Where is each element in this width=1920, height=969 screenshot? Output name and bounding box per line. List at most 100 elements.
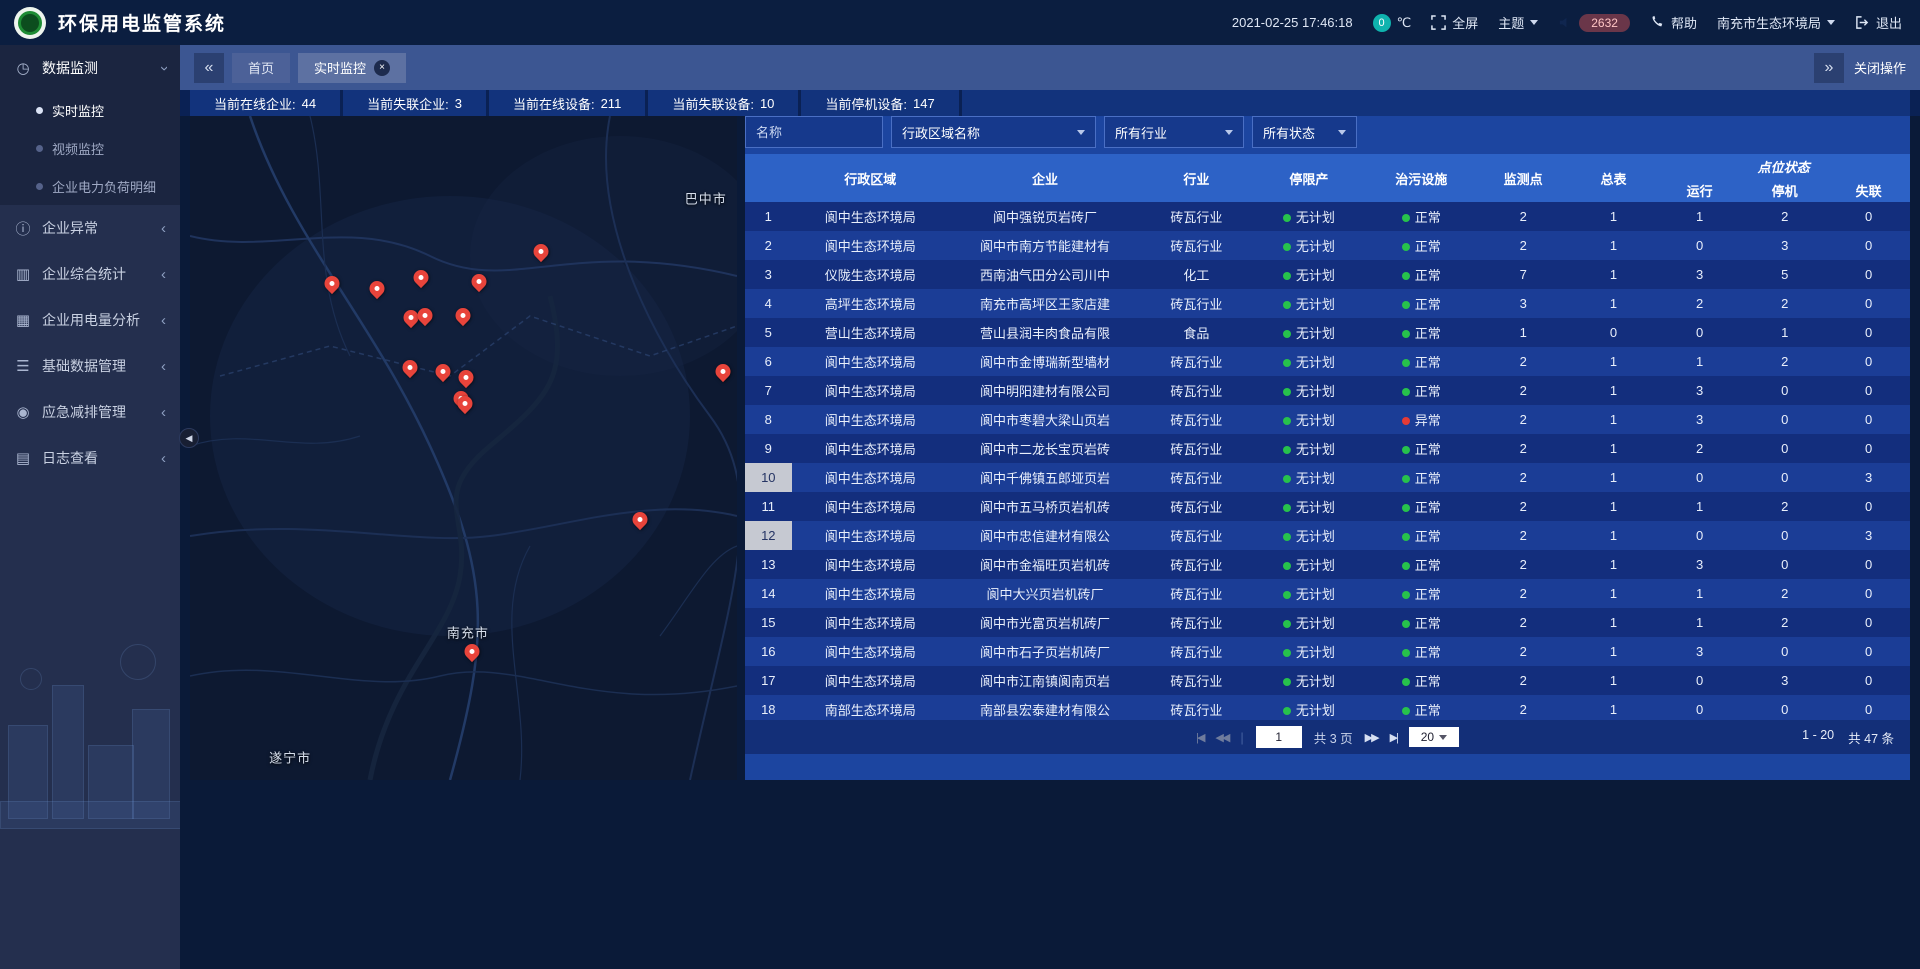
row-index-cell: 5 — [745, 318, 792, 347]
theme-dropdown[interactable]: 主题 — [1498, 13, 1538, 32]
table-row[interactable]: 4 高坪生态环境局 南充市高坪区王家店建 砖瓦行业 无计划 正常 3 1 2 2… — [745, 289, 1910, 318]
first-page-button[interactable]: |◀ — [1196, 731, 1203, 744]
table-row[interactable]: 13 阆中生态环境局 阆中市金福旺页岩机砖 砖瓦行业 无计划 正常 2 1 3 … — [745, 550, 1910, 579]
map-pin[interactable] — [413, 270, 428, 285]
sidebar-item[interactable]: ▤ 日志查看 ‹ — [0, 435, 180, 481]
table-row[interactable]: 12 阆中生态环境局 阆中市忠信建材有限公 砖瓦行业 无计划 正常 2 1 0 … — [745, 521, 1910, 550]
status-dot-icon — [1402, 620, 1410, 628]
map-city-label: 巴中市 — [685, 188, 727, 207]
total-meters-cell: 1 — [1570, 637, 1657, 666]
org-dropdown[interactable]: 南充市生态环境局 — [1717, 13, 1835, 32]
company-cell: 西南油气田分公司川中 — [949, 260, 1141, 289]
pollution-facility-cell: 正常 — [1366, 347, 1477, 376]
tab-home[interactable]: 首页 — [232, 53, 290, 83]
map-pin[interactable] — [403, 310, 418, 325]
table-row[interactable]: 17 阆中生态环境局 阆中市江南镇阆南页岩 砖瓦行业 无计划 正常 2 1 0 … — [745, 666, 1910, 695]
status-dot-icon — [1283, 359, 1291, 367]
map-pin[interactable] — [471, 274, 486, 289]
sidebar-subitem[interactable]: 企业电力负荷明细 — [0, 167, 180, 205]
sidebar-item[interactable]: ◉ 应急减排管理 ‹ — [0, 389, 180, 435]
map-panel[interactable]: 巴中市南充市遂宁市 — [190, 116, 737, 780]
tab-bar: « 首页 实时监控 × » 关闭操作 — [180, 45, 1920, 90]
row-index-cell: 3 — [745, 260, 792, 289]
tab-close-icon[interactable]: × — [374, 60, 390, 76]
column-header: 监测点 — [1477, 154, 1570, 202]
sidebar-subitem[interactable]: 实时监控 — [0, 91, 180, 129]
map-pin[interactable] — [436, 364, 451, 379]
table-row[interactable]: 9 阆中生态环境局 阆中市二龙长宝页岩砖 砖瓦行业 无计划 正常 2 1 2 0… — [745, 434, 1910, 463]
tab-realtime-monitor[interactable]: 实时监控 × — [298, 53, 406, 83]
map-pin[interactable] — [633, 512, 648, 527]
table-row[interactable]: 14 阆中生态环境局 阆中大兴页岩机砖厂 砖瓦行业 无计划 正常 2 1 1 2… — [745, 579, 1910, 608]
table-row[interactable]: 2 阆中生态环境局 阆中市南方节能建材有 砖瓦行业 无计划 正常 2 1 0 3… — [745, 231, 1910, 260]
map-pin[interactable] — [715, 364, 730, 379]
page-size-select[interactable]: 20 — [1409, 727, 1459, 747]
notification-widget[interactable]: 2632 — [1558, 14, 1630, 32]
sidebar-subitem[interactable]: 视频监控 — [0, 129, 180, 167]
total-meters-cell: 1 — [1570, 347, 1657, 376]
monitor-points-cell: 2 — [1477, 202, 1570, 231]
table-row[interactable]: 6 阆中生态环境局 阆中市金博瑞新型墙材 砖瓦行业 无计划 正常 2 1 1 2… — [745, 347, 1910, 376]
industry-filter-select[interactable]: 所有行业 — [1104, 116, 1244, 148]
pin-icon — [321, 273, 342, 294]
map-pin[interactable] — [418, 308, 433, 323]
sidebar-item[interactable]: ⓘ 企业异常 ‹ — [0, 205, 180, 251]
table-row[interactable]: 16 阆中生态环境局 阆中市石子页岩机砖厂 砖瓦行业 无计划 正常 2 1 3 … — [745, 637, 1910, 666]
close-operations-button[interactable]: 关闭操作 — [1854, 58, 1906, 77]
table-row[interactable]: 3 仪陇生态环境局 西南油气田分公司川中 化工 无计划 正常 7 1 3 5 0 — [745, 260, 1910, 289]
offline-count-cell: 3 — [1827, 463, 1910, 492]
last-page-button[interactable]: ▶| — [1390, 731, 1397, 744]
region-cell: 阆中生态环境局 — [792, 637, 949, 666]
table-row[interactable]: 11 阆中生态环境局 阆中市五马桥页岩机砖 砖瓦行业 无计划 正常 2 1 1 … — [745, 492, 1910, 521]
sidebar-item[interactable]: ◷ 数据监测 ‹ — [0, 45, 180, 91]
total-meters-cell: 0 — [1570, 318, 1657, 347]
table-row[interactable]: 10 阆中生态环境局 阆中千佛镇五郎垭页岩 砖瓦行业 无计划 正常 2 1 0 … — [745, 463, 1910, 492]
sidebar-item[interactable]: ▥ 企业综合统计 ‹ — [0, 251, 180, 297]
table-row[interactable]: 15 阆中生态环境局 阆中市光富页岩机砖厂 砖瓦行业 无计划 正常 2 1 1 … — [745, 608, 1910, 637]
table-row[interactable]: 5 营山生态环境局 营山县润丰肉食品有限 食品 无计划 正常 1 0 0 1 0 — [745, 318, 1910, 347]
sidebar-item[interactable]: ☰ 基础数据管理 ‹ — [0, 343, 180, 389]
map-pin[interactable] — [455, 308, 470, 323]
map-pin[interactable] — [458, 396, 473, 411]
total-meters-cell: 1 — [1570, 260, 1657, 289]
table-row[interactable]: 18 南部生态环境局 南部县宏泰建材有限公 砖瓦行业 无计划 正常 2 1 0 … — [745, 695, 1910, 720]
status-dot-icon — [1402, 417, 1410, 425]
running-count-cell: 1 — [1657, 347, 1742, 376]
sidebar-item[interactable]: ▦ 企业用电量分析 ‹ — [0, 297, 180, 343]
logout-button[interactable]: 退出 — [1855, 13, 1902, 32]
tabs-scroll-right-button[interactable]: » — [1814, 53, 1844, 83]
map-pin[interactable] — [465, 644, 480, 659]
stat-item: 当前失联设备:10 — [648, 90, 798, 116]
stat-value: 3 — [455, 96, 462, 111]
page-number-input[interactable] — [1256, 726, 1302, 748]
monitor-points-cell: 2 — [1477, 463, 1570, 492]
help-button[interactable]: 帮助 — [1650, 13, 1697, 32]
fullscreen-button[interactable]: 全屏 — [1431, 13, 1478, 32]
tabs-scroll-left-button[interactable]: « — [194, 53, 224, 83]
region-cell: 阆中生态环境局 — [792, 579, 949, 608]
map-pin[interactable] — [402, 360, 417, 375]
map-pin[interactable] — [459, 370, 474, 385]
stopped-count-cell: 0 — [1742, 405, 1827, 434]
bullet-icon — [36, 145, 43, 152]
map-pin[interactable] — [534, 244, 549, 259]
name-filter-input[interactable] — [745, 116, 883, 148]
next-page-button[interactable]: ▶▶ — [1365, 731, 1378, 744]
prev-page-button[interactable]: ◀◀ — [1215, 731, 1228, 744]
map-pin[interactable] — [324, 276, 339, 291]
panel-collapse-handle[interactable]: ◀ — [179, 428, 199, 448]
pin-icon — [455, 393, 476, 414]
status-filter-select[interactable]: 所有状态 — [1252, 116, 1357, 148]
running-count-cell: 0 — [1657, 318, 1742, 347]
sidebar-item-label: 企业用电量分析 — [42, 310, 140, 330]
table-row[interactable]: 7 阆中生态环境局 阆中明阳建材有限公司 砖瓦行业 无计划 正常 2 1 3 0… — [745, 376, 1910, 405]
status-dot-icon — [1283, 417, 1291, 425]
limit-production-cell: 无计划 — [1252, 463, 1366, 492]
row-index-cell: 16 — [745, 637, 792, 666]
table-row[interactable]: 1 阆中生态环境局 阆中强锐页岩砖厂 砖瓦行业 无计划 正常 2 1 1 2 0 — [745, 202, 1910, 231]
pin-icon — [462, 641, 483, 662]
region-filter-select[interactable]: 行政区域名称 — [891, 116, 1096, 148]
status-dot-icon — [1402, 243, 1410, 251]
table-row[interactable]: 8 阆中生态环境局 阆中市枣碧大梁山页岩 砖瓦行业 无计划 异常 2 1 3 0… — [745, 405, 1910, 434]
map-pin[interactable] — [370, 281, 385, 296]
